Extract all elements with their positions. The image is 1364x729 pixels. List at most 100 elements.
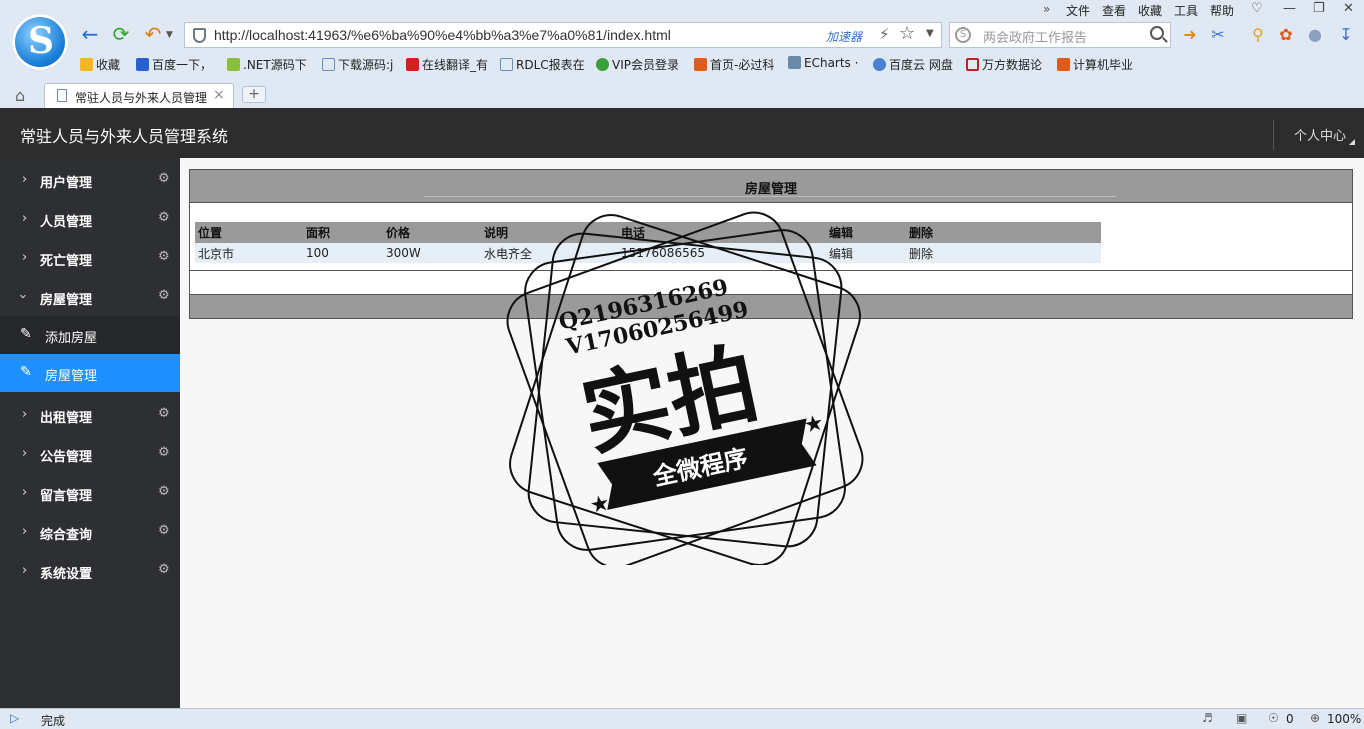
bookmark-download[interactable]: 下载源码:j bbox=[322, 56, 393, 73]
chevron-right-icon: › bbox=[22, 524, 28, 539]
bolt-icon[interactable]: ⚡︎ bbox=[879, 25, 890, 43]
sidebar-subitem-house-manage[interactable]: ✎ 房屋管理 bbox=[0, 354, 180, 392]
app-title: 常驻人员与外来人员管理系统 bbox=[20, 127, 229, 146]
close-icon[interactable]: × bbox=[213, 87, 225, 103]
url-text[interactable]: http://localhost:41963/%e6%ba%90%e4%bb%a… bbox=[214, 27, 671, 43]
bookmark-favorites[interactable]: 收藏 bbox=[80, 56, 120, 73]
echarts-icon bbox=[788, 56, 801, 69]
play-icon[interactable]: ▷ bbox=[10, 711, 19, 725]
sidebar-item-notice[interactable]: › 公告管理 ⚙ bbox=[0, 434, 180, 473]
bookmark-translate[interactable]: 在线翻译_有 bbox=[406, 56, 488, 73]
star-icon[interactable]: ☆ bbox=[899, 23, 915, 44]
bookmark-net[interactable]: .NET源码下 bbox=[227, 56, 307, 73]
panel-header: 房屋管理 bbox=[190, 170, 1352, 203]
menu-tools[interactable]: 工具 bbox=[1174, 2, 1198, 19]
edit-link[interactable]: 编辑 bbox=[826, 243, 906, 263]
personal-center-link[interactable]: 个人中心 bbox=[1294, 125, 1346, 144]
col-area: 面积 bbox=[303, 222, 383, 243]
sidebar-item-death[interactable]: › 死亡管理 ⚙ bbox=[0, 238, 180, 277]
sidebar-item-housing[interactable]: › 房屋管理 ⚙ bbox=[0, 277, 180, 316]
refresh-icon[interactable]: ⟳ bbox=[109, 22, 133, 46]
search-engine-icon[interactable]: S bbox=[955, 27, 971, 43]
close-icon[interactable]: ✕ bbox=[1343, 1, 1354, 16]
sidebar-item-rental[interactable]: › 出租管理 ⚙ bbox=[0, 395, 180, 434]
more-icon[interactable]: » bbox=[1043, 2, 1050, 16]
youdao-icon bbox=[406, 58, 419, 71]
sidebar: › 用户管理 ⚙ › 人员管理 ⚙ › 死亡管理 ⚙ › 房屋管理 ⚙ ✎ 添加… bbox=[0, 158, 180, 708]
col-price: 价格 bbox=[383, 222, 481, 243]
sidebar-item-users[interactable]: › 用户管理 ⚙ bbox=[0, 160, 180, 199]
skin-icon[interactable]: ♡ bbox=[1251, 1, 1263, 16]
search-icon[interactable] bbox=[1150, 26, 1164, 40]
menu-favorites[interactable]: 收藏 bbox=[1138, 2, 1162, 19]
sidebar-item-settings[interactable]: › 系统设置 ⚙ bbox=[0, 551, 180, 590]
chevron-right-icon: › bbox=[22, 172, 28, 187]
adblock-icon[interactable]: ☉ bbox=[1268, 711, 1279, 725]
table-row: 北京市 100 300W 水电齐全 15176086565 编辑 删除 bbox=[195, 243, 1101, 263]
scissors-icon[interactable]: ✂ bbox=[1208, 25, 1228, 45]
col-edit: 编辑 bbox=[826, 222, 906, 243]
bookmark-wanfang[interactable]: 万方数据论 bbox=[966, 56, 1042, 73]
sidebar-item-label: 出租管理 bbox=[40, 411, 93, 426]
bookmark-echarts[interactable]: ECharts · bbox=[788, 56, 858, 70]
home-icon[interactable]: ⌂ bbox=[15, 86, 25, 105]
status-bar: ▷ 完成 ♬ ▣ ☉ 0 ⊕ 100% bbox=[0, 708, 1364, 729]
chevron-right-icon: › bbox=[22, 407, 28, 422]
menu-file[interactable]: 文件 bbox=[1066, 2, 1090, 19]
vip-icon bbox=[596, 58, 609, 71]
back-arrow-icon[interactable]: ← bbox=[78, 22, 102, 46]
app-header: 常驻人员与外来人员管理系统 个人中心 bbox=[0, 108, 1364, 158]
title-underline bbox=[424, 196, 1116, 197]
page-icon bbox=[57, 89, 67, 102]
menu-view[interactable]: 查看 bbox=[1102, 2, 1126, 19]
chevron-down-icon: › bbox=[15, 293, 31, 300]
gear-icon: ⚙ bbox=[158, 288, 170, 303]
zoom-icon[interactable]: ⊕ bbox=[1310, 711, 1320, 725]
undo-icon[interactable]: ↶ bbox=[141, 22, 165, 46]
chevron-right-icon: › bbox=[22, 563, 28, 578]
bookmark-biguo[interactable]: 首页-必过科 bbox=[694, 56, 774, 73]
volume-icon[interactable]: ♬ bbox=[1202, 711, 1213, 725]
address-bar[interactable]: http://localhost:41963/%e6%ba%90%e4%bb%a… bbox=[184, 22, 942, 48]
sidebar-item-query[interactable]: › 综合查询 ⚙ bbox=[0, 512, 180, 551]
chevron-right-icon: › bbox=[22, 211, 28, 226]
extension-icon[interactable]: ✿ bbox=[1276, 25, 1296, 45]
minimize-icon[interactable]: — bbox=[1283, 1, 1296, 16]
house-manage-panel: 房屋管理 位置 面积 价格 说明 电话 编辑 删除 北京市 100 300W 水… bbox=[189, 169, 1353, 319]
delete-link[interactable]: 删除 bbox=[906, 243, 1101, 263]
bookmark-graduation[interactable]: 计算机毕业 bbox=[1057, 56, 1133, 73]
sidebar-item-label: 人员管理 bbox=[40, 215, 93, 230]
bookmark-vip[interactable]: VIP会员登录 bbox=[596, 56, 679, 73]
main-content: 房屋管理 位置 面积 价格 说明 电话 编辑 删除 北京市 100 300W 水… bbox=[180, 158, 1364, 708]
search-placeholder[interactable]: 两会政府工作报告 bbox=[983, 27, 1087, 46]
sidebar-item-message[interactable]: › 留言管理 ⚙ bbox=[0, 473, 180, 512]
login-icon[interactable]: ➜ bbox=[1180, 25, 1200, 45]
search-input[interactable]: S 两会政府工作报告 bbox=[949, 22, 1171, 48]
cell-phone: 15176086565 bbox=[618, 243, 826, 263]
cell-price: 300W bbox=[383, 243, 481, 263]
bookmark-baiduyun[interactable]: 百度云 网盘 bbox=[873, 56, 953, 73]
cell-desc: 水电齐全 bbox=[481, 243, 618, 263]
chevron-down-icon[interactable]: ▼ bbox=[166, 30, 173, 40]
chat-icon[interactable]: ● bbox=[1305, 25, 1325, 45]
globe-icon bbox=[227, 58, 240, 71]
gear-icon: ⚙ bbox=[158, 523, 170, 538]
accelerator-link[interactable]: 加速器 bbox=[826, 28, 862, 45]
restore-icon[interactable]: ❐ bbox=[1313, 1, 1325, 16]
sidebar-item-people[interactable]: › 人员管理 ⚙ bbox=[0, 199, 180, 238]
panel-pager-row bbox=[190, 270, 1352, 295]
gear-icon: ⚙ bbox=[158, 171, 170, 186]
chevron-down-icon[interactable]: ▼ bbox=[926, 28, 934, 39]
tab-active[interactable]: 常驻人员与外来人员管理 × bbox=[44, 83, 234, 108]
zoom-level[interactable]: 100% bbox=[1327, 712, 1361, 726]
network-icon[interactable]: ▣ bbox=[1236, 711, 1247, 725]
bookmark-rdlc[interactable]: RDLC报表在 bbox=[500, 56, 585, 73]
bookmark-baidu[interactable]: 百度一下， bbox=[136, 56, 212, 73]
sidebar-subitem-add-house[interactable]: ✎ 添加房屋 bbox=[0, 316, 180, 354]
download-icon[interactable]: ↧ bbox=[1336, 25, 1356, 45]
key-icon[interactable]: ⚲ bbox=[1248, 25, 1268, 45]
new-tab-button[interactable]: + bbox=[242, 86, 266, 103]
menu-help[interactable]: 帮助 bbox=[1210, 2, 1234, 19]
panel-title: 房屋管理 bbox=[744, 182, 797, 197]
page-icon bbox=[322, 58, 335, 71]
